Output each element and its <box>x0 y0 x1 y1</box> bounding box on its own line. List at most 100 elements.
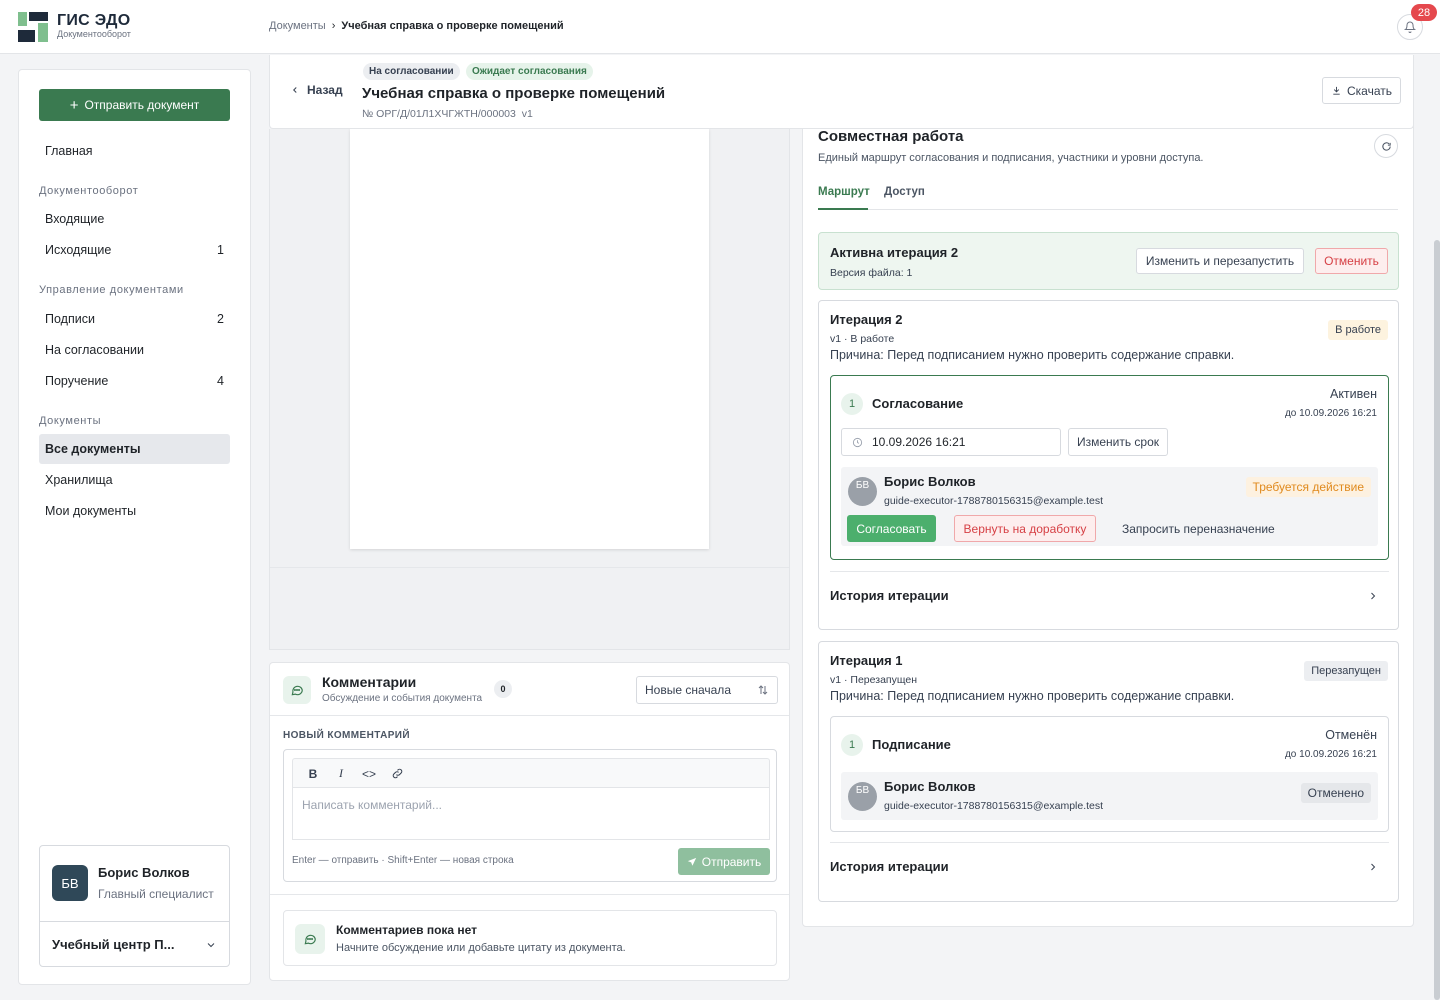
tab-access[interactable]: Доступ <box>884 186 925 198</box>
tabs-divider <box>818 209 1398 210</box>
deadline-input[interactable]: 10.09.2026 16:21 <box>841 428 1061 456</box>
sidebar-item-label: Мои документы <box>45 504 137 518</box>
document-preview[interactable] <box>269 129 790 650</box>
sidebar-item-count: 4 <box>217 374 224 388</box>
send-document-button[interactable]: + Отправить документ <box>39 89 230 121</box>
comments-count-badge: 0 <box>494 680 512 698</box>
chat-icon <box>283 676 311 704</box>
divider <box>270 567 789 568</box>
breadcrumb-current: Учебная справка о проверке помещений <box>341 20 564 32</box>
change-deadline-button[interactable]: Изменить срок <box>1068 428 1168 456</box>
stage-state: Активен <box>1329 387 1377 401</box>
stage-due: до 10.09.2026 16:21 <box>1284 749 1377 760</box>
sidebar: + Отправить документ Главная Документооб… <box>18 69 251 985</box>
avatar: БВ <box>848 782 877 811</box>
iteration-reason: Причина: Перед подписанием нужно провери… <box>830 689 1235 703</box>
link-button[interactable] <box>385 763 409 785</box>
code-button[interactable]: <> <box>357 763 381 785</box>
plus-icon: + <box>69 96 79 114</box>
stage-number: 1 <box>841 393 863 415</box>
refresh-button[interactable] <box>1374 134 1398 158</box>
chevron-right-icon <box>1371 863 1376 870</box>
stage-state: Отменён <box>1325 728 1377 742</box>
iteration-reason: Причина: Перед подписанием нужно провери… <box>830 348 1235 362</box>
sidebar-section-documents: Документы <box>39 415 102 427</box>
download-icon <box>1333 86 1340 95</box>
chat-icon <box>295 924 325 954</box>
iteration-history-toggle[interactable]: История итерации <box>830 842 1389 890</box>
sidebar-section-management: Управление документами <box>39 284 184 296</box>
chevron-left-icon <box>293 87 297 93</box>
comment-editor: B I <> Написать комментарий... Enter — о… <box>283 749 777 882</box>
stage-due: до 10.09.2026 16:21 <box>1284 408 1377 419</box>
user-card: БВ Борис Волков Главный специалист Учебн… <box>39 845 230 967</box>
send-comment-button[interactable]: Отправить <box>678 848 770 875</box>
sidebar-item-storages[interactable]: Хранилища <box>39 465 230 495</box>
page-scrollbar[interactable] <box>1434 240 1440 1000</box>
clock-icon <box>852 437 863 447</box>
comments-subtitle: Обсуждение и события документа <box>322 693 483 704</box>
sidebar-item-assignment[interactable]: Поручение 4 <box>39 366 230 396</box>
approve-button[interactable]: Согласовать <box>847 515 936 542</box>
cancel-iteration-button[interactable]: Отменить <box>1315 248 1388 274</box>
comments-title: Комментарии <box>322 674 417 690</box>
breadcrumb: Документы › Учебная справка о проверке пом… <box>269 20 564 32</box>
sidebar-item-label: Хранилища <box>45 473 113 487</box>
participant-name: Борис Волков <box>884 779 976 794</box>
send-comment-label: Отправить <box>701 854 762 869</box>
sidebar-item-incoming[interactable]: Входящие <box>39 204 230 234</box>
app-logo[interactable] <box>18 12 50 42</box>
status-badge: Требуется действие <box>1245 477 1371 497</box>
breadcrumb-separator: › <box>331 20 336 32</box>
iteration-title: Итерация 2 <box>830 312 903 327</box>
participant-row: БВ Борис Волков guide-executor-178878015… <box>841 772 1378 820</box>
active-iteration-title: Активна итерация 2 <box>830 245 959 260</box>
participant-name: Борис Волков <box>884 474 976 489</box>
editor-toolbar: B I <> <box>292 758 770 788</box>
stage-name: Подписание <box>872 737 951 752</box>
iteration-title: Итерация 1 <box>830 653 903 668</box>
comment-input[interactable]: Написать комментарий... <box>292 787 770 840</box>
sidebar-section-workflow: Документооборот <box>39 185 139 197</box>
status-badge: Перезапущен <box>1304 661 1388 681</box>
restart-button[interactable]: Изменить и перезапустить <box>1136 248 1304 274</box>
download-label: Скачать <box>1347 83 1392 98</box>
deadline-value: 10.09.2026 16:21 <box>872 435 966 449</box>
active-iteration-banner: Активна итерация 2 Версия файла: 1 Измен… <box>818 232 1399 290</box>
sidebar-item-all-documents[interactable]: Все документы <box>39 434 230 464</box>
sort-icon <box>758 685 768 695</box>
return-for-revision-button[interactable]: Вернуть на доработку <box>954 515 1096 542</box>
status-badge: Ожидает согласования <box>466 63 593 80</box>
sidebar-item-label: Поручение <box>45 374 109 388</box>
stage-name: Согласование <box>872 396 964 411</box>
organization-selector[interactable]: Учебный центр П... <box>40 921 229 967</box>
new-comment-label: НОВЫЙ КОММЕНТАРИЙ <box>283 730 410 741</box>
sidebar-item-my-documents[interactable]: Мои документы <box>39 496 230 526</box>
sidebar-item-signatures[interactable]: Подписи 2 <box>39 304 230 334</box>
chevron-right-icon <box>1371 592 1376 599</box>
sidebar-item-count: 2 <box>217 312 224 326</box>
stage-card: 1 Подписание Отменён до 10.09.2026 16:21… <box>830 716 1389 832</box>
italic-button[interactable]: I <box>329 763 353 785</box>
tab-route[interactable]: Маршрут <box>818 186 870 198</box>
document-number-value: № ОРГ/Д/01Л1ХЧГЖТН/000003 <box>362 108 516 120</box>
back-button[interactable]: Назад <box>290 83 343 97</box>
sidebar-item-home[interactable]: Главная <box>39 136 230 166</box>
sidebar-item-outgoing[interactable]: Исходящие 1 <box>39 235 230 265</box>
sidebar-item-approval[interactable]: На согласовании <box>39 335 230 365</box>
breadcrumb-documents[interactable]: Документы <box>269 20 326 32</box>
download-button[interactable]: Скачать <box>1322 77 1401 104</box>
iteration-history-toggle[interactable]: История итерации <box>830 571 1389 619</box>
status-badge: На согласовании <box>363 63 460 80</box>
sidebar-item-label: Главная <box>45 144 93 158</box>
bell-icon <box>1404 21 1416 33</box>
bold-button[interactable]: B <box>301 763 325 785</box>
back-label: Назад <box>307 83 343 97</box>
top-bar: ГИС ЭДО Документооборот Документы › Учебна… <box>0 0 1440 54</box>
file-version: Версия файла: 1 <box>830 267 913 279</box>
request-reassign-button[interactable]: Запросить переназначение <box>1122 515 1275 542</box>
sidebar-item-label: Все документы <box>45 442 141 456</box>
sort-select[interactable]: Новые сначала <box>636 676 778 704</box>
iteration-meta: v1 · В работе <box>830 333 895 345</box>
empty-subtitle: Начните обсуждение или добавьте цитату и… <box>336 942 626 954</box>
